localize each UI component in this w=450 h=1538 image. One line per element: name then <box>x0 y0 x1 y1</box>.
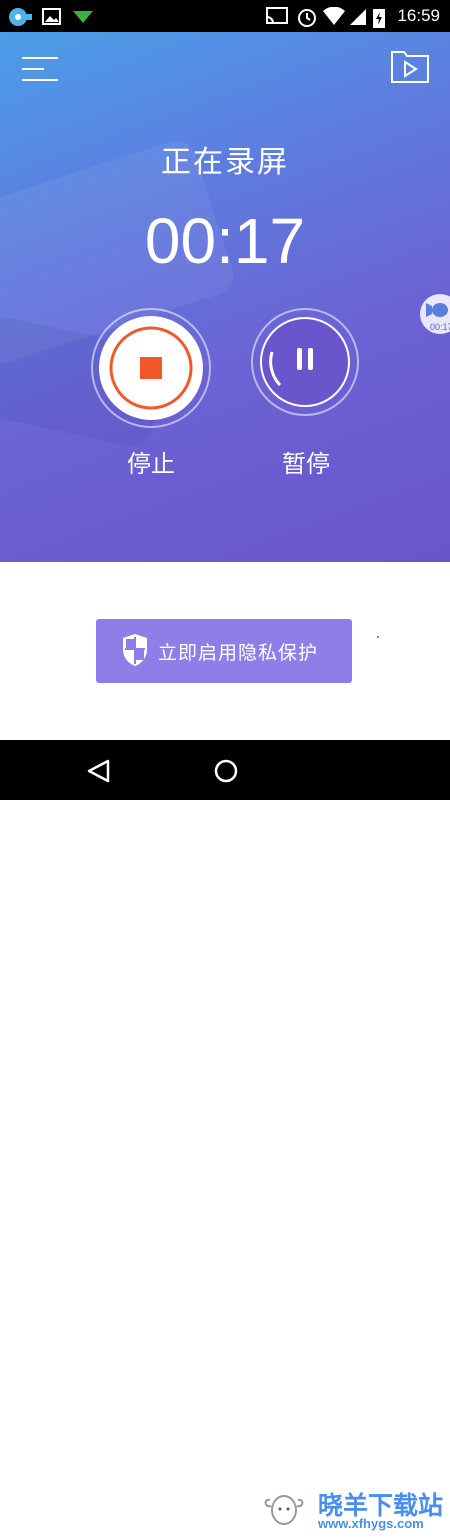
pause-button[interactable] <box>250 307 360 417</box>
watermark-url: www.xfhygs.com <box>318 1516 424 1531</box>
video-notification-icon <box>9 8 32 26</box>
watermark: 晓羊下载站 www.xfhygs.com <box>258 1482 450 1538</box>
wifi-icon <box>323 7 345 25</box>
pause-bar-right <box>308 348 313 370</box>
status-bar: 16:59 <box>0 0 450 32</box>
pause-button-graphic <box>251 308 359 416</box>
video-folder-icon <box>391 51 429 83</box>
recording-title: 正在录屏 <box>161 145 289 180</box>
pause-bar-left <box>297 348 302 370</box>
hamburger-menu-icon <box>22 57 58 81</box>
stop-label: 停止 <box>127 450 175 478</box>
battery-charging-icon <box>373 9 385 28</box>
shield-icon <box>123 634 147 666</box>
cast-icon <box>266 7 288 24</box>
home-icon[interactable] <box>212 757 240 785</box>
recording-panel: 正在录屏 00:17 停止 暂停 00:17 <box>0 32 450 562</box>
stop-button-graphic <box>91 308 211 428</box>
menu-button[interactable] <box>22 54 58 82</box>
stop-button[interactable] <box>90 307 212 429</box>
status-time: 16:59 <box>397 6 440 25</box>
privacy-button-label: 立即启用隐私保护 <box>158 642 319 664</box>
pause-label: 暂停 <box>282 450 330 478</box>
back-icon[interactable] <box>86 758 112 784</box>
floating-widget-time: 00:17 <box>430 322 450 332</box>
alarm-icon <box>298 9 316 27</box>
cellular-signal-icon <box>350 9 366 25</box>
stop-square-icon <box>140 357 162 379</box>
floating-recorder-widget[interactable]: 00:17 <box>420 294 450 334</box>
floating-camera-icon: 00:17 <box>426 303 450 332</box>
watermark-logo-icon <box>260 1484 308 1532</box>
recording-timer: 00:17 <box>144 205 306 277</box>
app-notification-icon <box>73 11 93 23</box>
image-notification-icon <box>42 8 61 25</box>
navigation-bar: 晓羊下载站 www.xfhygs.com <box>0 740 450 1532</box>
video-folder-button[interactable] <box>390 48 430 84</box>
enable-privacy-protection-button[interactable]: 立即启用隐私保护 <box>96 619 352 683</box>
